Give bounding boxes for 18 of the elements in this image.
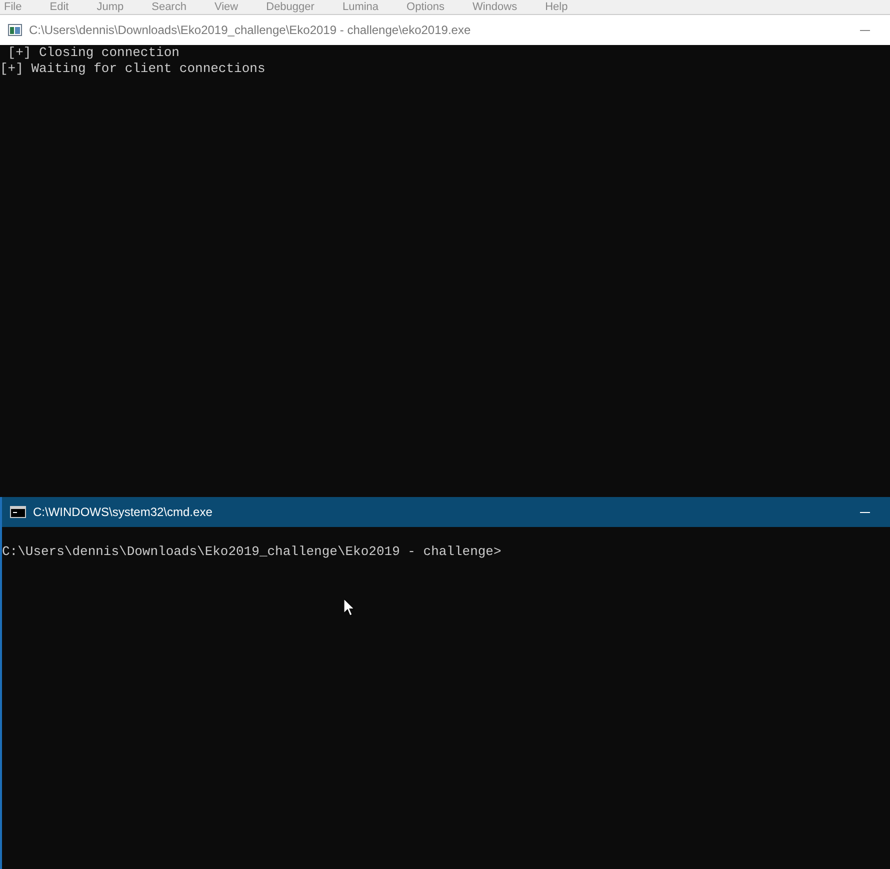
menu-item[interactable]: Search: [152, 0, 186, 14]
menu-item[interactable]: Edit: [50, 0, 69, 14]
mouse-pointer-icon: [344, 599, 356, 617]
menu-item[interactable]: Lumina: [342, 0, 379, 14]
command-prompt-icon: [10, 506, 26, 518]
console-line: [+] Closing connection: [6, 45, 180, 61]
window-app-icon: [8, 24, 22, 36]
window-title: C:\Users\dennis\Downloads\Eko2019_challenge\Eko2019 - challenge\eko2019.exe: [29, 23, 472, 37]
menu-item[interactable]: Debugger: [266, 0, 314, 14]
console-line: [+] Waiting for client connections: [0, 61, 266, 77]
menu-item[interactable]: View: [214, 0, 238, 14]
menu-item[interactable]: File: [4, 0, 22, 14]
menu-item[interactable]: Windows: [472, 0, 518, 14]
menu-item[interactable]: Options: [406, 0, 444, 14]
menu-item[interactable]: Help: [545, 0, 568, 14]
console-line: C:\Users\dennis\Downloads\Eko2019_challenge\Eko2019 - challenge>: [2, 544, 502, 560]
menu-item[interactable]: Jump: [96, 0, 124, 14]
window-title: C:\WINDOWS\system32\cmd.exe: [33, 505, 214, 519]
